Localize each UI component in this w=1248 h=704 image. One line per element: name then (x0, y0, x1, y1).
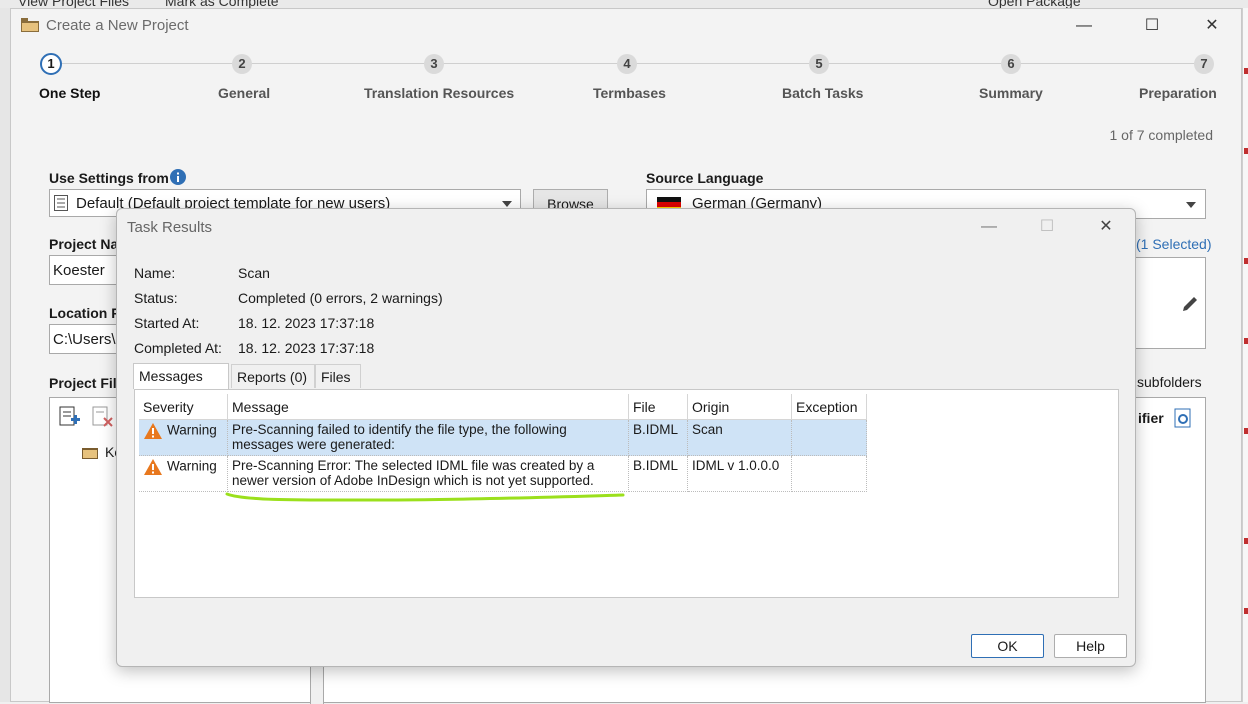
window-title: Create a New Project (46, 17, 189, 34)
table-row[interactable]: Warning Pre-Scanning Error: The selected… (139, 455, 867, 492)
info-name-key: Name: (134, 265, 176, 281)
origin-cell: IDML v 1.0.0.0 (687, 455, 792, 492)
ok-button[interactable]: OK (971, 634, 1044, 658)
bg-menu-view-project-files: View Project Files (18, 0, 130, 8)
close-button[interactable]: ✕ (1189, 13, 1235, 39)
title-bar: Create a New Project — ☐ ✕ (11, 9, 1241, 43)
step-3-label[interactable]: Translation Resources (364, 85, 514, 101)
step-3-number: 3 (424, 54, 444, 74)
message-cell: Pre-Scanning failed to identify the file… (227, 419, 629, 456)
step-1-label[interactable]: One Step (39, 85, 100, 101)
project-files-label: Project File (49, 375, 125, 391)
dialog-maximize-button[interactable]: ☐ (1025, 214, 1069, 240)
step-7-label[interactable]: Preparation (1139, 85, 1217, 101)
add-files-icon[interactable] (59, 406, 81, 428)
document-settings-icon[interactable] (1174, 408, 1192, 428)
message-line: messages were generated: (232, 437, 395, 452)
message-line: Pre-Scanning Error: The selected IDML fi… (232, 458, 595, 473)
severity-cell: Warning (139, 455, 228, 492)
info-started-key: Started At: (134, 315, 200, 331)
tab-messages[interactable]: Messages (2) (133, 363, 229, 408)
severity-text: Warning (167, 458, 217, 474)
step-7-number: 7 (1194, 54, 1214, 74)
column-exception[interactable]: Exception (791, 394, 867, 420)
exception-cell (791, 455, 867, 492)
step-6-label[interactable]: Summary (979, 85, 1043, 101)
source-language-label: Source Language (646, 170, 764, 186)
origin-cell: Scan (687, 419, 792, 456)
info-status-key: Status: (134, 290, 178, 306)
step-5-number: 5 (809, 54, 829, 74)
step-1-number: 1 (40, 53, 62, 75)
template-icon (54, 195, 68, 211)
info-started-value: 18. 12. 2023 17:37:18 (238, 315, 375, 331)
messages-table: Severity Message File Origin Exception W… (139, 394, 867, 492)
step-4-number: 4 (617, 54, 637, 74)
chevron-down-icon (502, 201, 512, 207)
column-origin[interactable]: Origin (687, 394, 792, 420)
bg-menu-open-package: Open Package (988, 0, 1081, 8)
chevron-down-icon (1186, 202, 1196, 208)
dialog-minimize-button[interactable]: — (967, 214, 1011, 240)
tab-files[interactable]: Files (315, 364, 361, 388)
maximize-button[interactable]: ☐ (1129, 13, 1175, 39)
message-cell: Pre-Scanning Error: The selected IDML fi… (227, 455, 629, 492)
step-5-label[interactable]: Batch Tasks (782, 85, 863, 101)
folder-icon (82, 448, 98, 459)
background-toolbar: View Project Files Mark as Complete Open… (0, 0, 1248, 8)
column-severity[interactable]: Severity (139, 394, 228, 420)
info-status-value: Completed (0 errors, 2 warnings) (238, 290, 443, 306)
step-2-number: 2 (232, 54, 252, 74)
exception-cell (791, 419, 867, 456)
pencil-icon[interactable] (1181, 295, 1199, 313)
project-name-label: Project Na (49, 236, 119, 252)
severity-text: Warning (167, 422, 217, 438)
severity-cell: Warning (139, 419, 228, 456)
file-cell: B.IDML (628, 455, 688, 492)
dialog-close-button[interactable]: ✕ (1084, 214, 1128, 240)
info-name-value: Scan (238, 265, 270, 281)
column-message[interactable]: Message (227, 394, 629, 420)
info-completed-value: 18. 12. 2023 17:37:18 (238, 340, 375, 356)
info-completed-key: Completed At: (134, 340, 222, 356)
messages-grid: Severity Message File Origin Exception W… (134, 389, 1119, 598)
tab-reports[interactable]: Reports (0) (231, 364, 315, 388)
annotation-underline (225, 492, 625, 502)
location-label: Location P (49, 305, 121, 321)
progress-text: 1 of 7 completed (1109, 127, 1213, 143)
bg-menu-mark-complete: Mark as Complete (165, 0, 279, 8)
file-cell: B.IDML (628, 419, 688, 456)
info-icon[interactable] (170, 169, 186, 185)
step-4-label[interactable]: Termbases (593, 85, 666, 101)
use-settings-label: Use Settings from (49, 170, 169, 186)
background-right-edge (1242, 8, 1248, 702)
dialog-title: Task Results (127, 219, 213, 236)
message-line: Pre-Scanning failed to identify the file… (232, 422, 567, 437)
target-languages-panel (1131, 257, 1206, 349)
warning-icon (144, 423, 162, 439)
step-2-label[interactable]: General (218, 85, 270, 101)
project-name-value: Koester (53, 262, 105, 279)
subfolders-label: subfolders (1137, 374, 1202, 390)
column-file[interactable]: File (628, 394, 688, 420)
task-results-dialog: Task Results — ☐ ✕ Name: Scan Status: Co… (116, 208, 1136, 667)
help-button[interactable]: Help (1054, 634, 1127, 658)
identifier-label: ifier (1138, 410, 1164, 426)
folder-icon (21, 18, 39, 32)
minimize-button[interactable]: — (1061, 13, 1107, 39)
table-row[interactable]: Warning Pre-Scanning failed to identify … (139, 419, 867, 456)
warning-icon (144, 459, 162, 475)
step-6-number: 6 (1001, 54, 1021, 74)
targets-selected-link[interactable]: (1 Selected) (1136, 236, 1211, 252)
message-line: newer version of Adobe InDesign which is… (232, 473, 594, 488)
remove-files-icon[interactable] (92, 406, 114, 428)
